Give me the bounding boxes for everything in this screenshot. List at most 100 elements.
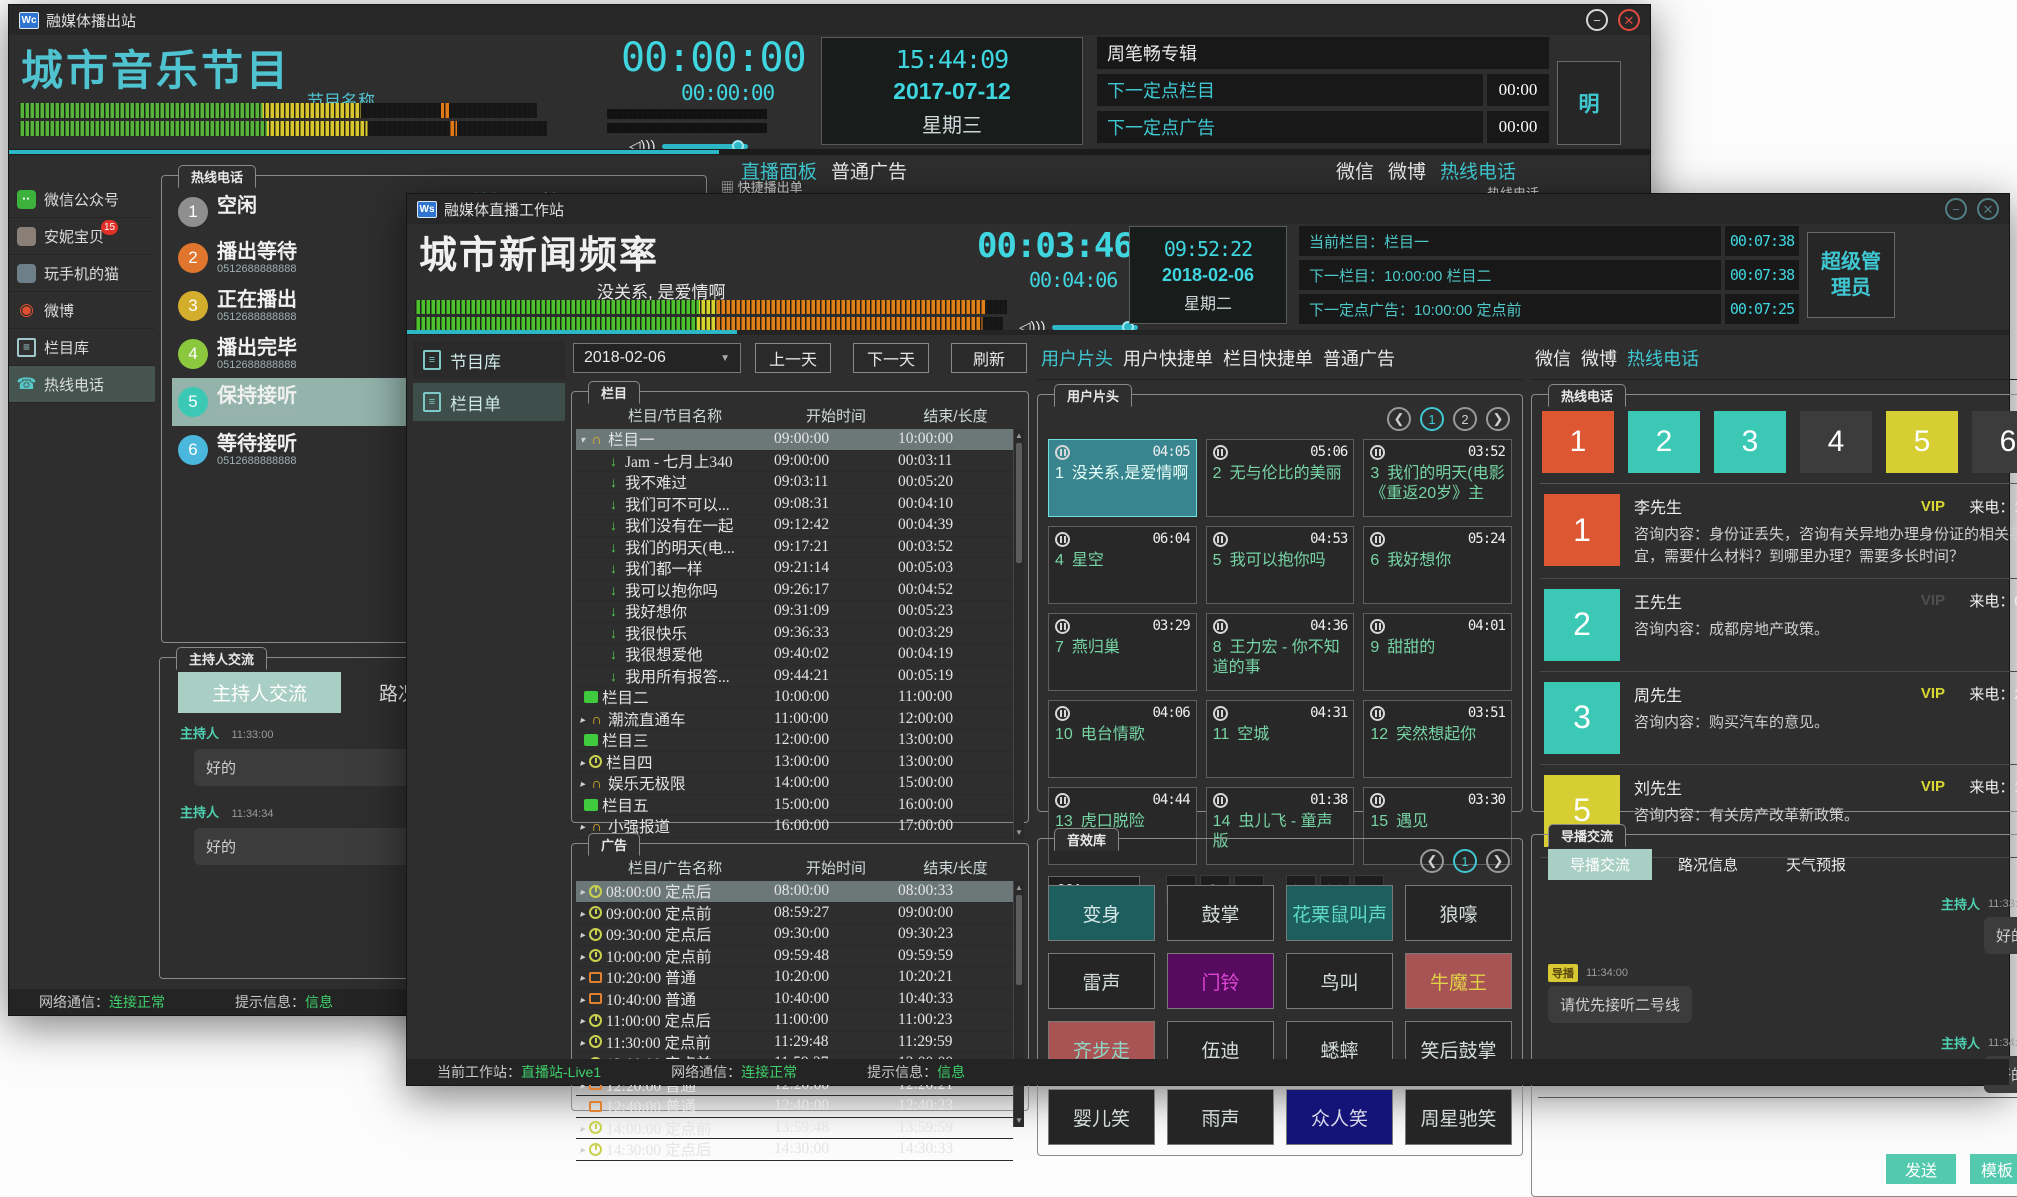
expand-caret[interactable] (580, 990, 585, 1008)
page-number[interactable]: 1 (1453, 849, 1477, 873)
sfx-button[interactable]: 门铃 (1167, 953, 1274, 1009)
front-titlebar[interactable]: Ws 融媒体直播工作站 − ✕ (407, 194, 2009, 224)
clip-card[interactable]: 04:05 1没关系,是爱情啊 (1048, 439, 1197, 517)
sfx-button[interactable]: 鸟叫 (1286, 953, 1393, 1009)
prev-page-icon[interactable]: ❮ (1420, 849, 1444, 873)
sfx-button[interactable]: 众人笑 (1286, 1089, 1393, 1145)
date-button[interactable]: 上一天 (755, 343, 831, 373)
social-tab[interactable]: 热线电话 (1627, 345, 1699, 371)
caller-card[interactable]: 1 李先生 VIP 来电：18 咨询内容：身份证丢失，咨询有关异地办理身份证的相… (1540, 484, 2017, 579)
clip-card[interactable]: 03:29 7燕归巢 (1048, 613, 1197, 691)
table-row[interactable]: 我不难过 09:03:11 00:05:20 (576, 472, 1013, 494)
send-button[interactable]: 发送 (1886, 1154, 1956, 1184)
table-row[interactable]: 14:30:00 定点后 14:30:00 14:30:33 (576, 1139, 1013, 1161)
scrollbar[interactable]: ▲ ▼ (1013, 429, 1024, 839)
social-tab[interactable]: 热线电话 (1440, 157, 1516, 184)
minimize-icon[interactable]: − (1586, 9, 1608, 31)
expand-caret[interactable] (580, 1119, 585, 1137)
tomorrow-button[interactable]: 明 (1557, 61, 1621, 145)
template-button[interactable]: 模板 ▼ (1970, 1154, 2017, 1184)
table-row[interactable]: 10:20:00 普通 10:20:00 10:20:21 (576, 967, 1013, 989)
sidebar-item[interactable]: 安妮宝贝 15 (9, 218, 155, 255)
clip-card[interactable]: 04:36 8王力宏 - 你不知 道的事 (1206, 613, 1355, 691)
table-row[interactable]: 栏目三 12:00:00 13:00:00 (576, 730, 1013, 752)
sidebar-item[interactable]: 热线电话 (9, 366, 155, 403)
expand-caret[interactable] (580, 817, 585, 835)
social-tab[interactable]: 微博 (1388, 157, 1426, 184)
expand-caret[interactable] (580, 1033, 585, 1051)
table-row[interactable]: 栏目四 13:00:00 13:00:00 (576, 752, 1013, 774)
chat-tab[interactable]: 主持人交流 (178, 672, 341, 713)
sfx-button[interactable]: 变身 (1048, 885, 1155, 941)
sfx-button[interactable]: 周星驰笑 (1405, 1089, 1512, 1145)
sidebar-item[interactable]: 栏目库 (9, 329, 155, 366)
expand-caret[interactable] (580, 710, 585, 728)
page-number[interactable]: 2 (1453, 407, 1477, 431)
clip-source-tab[interactable]: 栏目快捷单 (1223, 345, 1313, 371)
clip-card[interactable]: 03:52 3我们的明天(电影 《重返20岁》主 (1363, 439, 1512, 517)
close-icon[interactable]: ✕ (1618, 9, 1640, 31)
close-icon[interactable]: ✕ (1977, 198, 1999, 220)
table-row[interactable]: 我很想爱他 09:40:02 00:04:19 (576, 644, 1013, 666)
clip-card[interactable]: 05:24 6我好想你 (1363, 526, 1512, 604)
clip-card[interactable]: 04:53 5我可以抱你吗 (1206, 526, 1355, 604)
prev-page-icon[interactable]: ❮ (1387, 407, 1411, 431)
table-row[interactable]: 我们都一样 09:21:14 00:05:03 (576, 558, 1013, 580)
sidebar-item[interactable]: 玩手机的猫 (9, 255, 155, 292)
table-row[interactable]: Jam - 七月上340 09:00:00 00:03:11 (576, 451, 1013, 473)
sfx-button[interactable]: 雨声 (1167, 1089, 1274, 1145)
chat-tab[interactable]: 路况信息 (1656, 849, 1760, 880)
scrollbar[interactable]: ▲ ▼ (1013, 881, 1024, 1127)
expand-caret[interactable] (580, 1140, 585, 1158)
table-row[interactable]: 11:00:00 定点后 11:00:00 11:00:23 (576, 1010, 1013, 1032)
panel-tab[interactable]: 普通广告 (831, 157, 907, 184)
table-row[interactable]: 潮流直通车 11:00:00 12:00:00 (576, 709, 1013, 731)
clip-card[interactable]: 03:51 12突然想起你 (1363, 700, 1512, 778)
table-row[interactable]: 我好想你 09:31:09 00:05:23 (576, 601, 1013, 623)
table-row[interactable]: 我用所有报答... 09:44:21 00:05:19 (576, 666, 1013, 688)
sfx-button[interactable]: 花栗鼠叫声 (1286, 885, 1393, 941)
line-square[interactable]: 2 (1628, 411, 1700, 473)
line-square[interactable]: 4 (1800, 411, 1872, 473)
social-tab[interactable]: 微博 (1581, 345, 1617, 371)
expand-caret[interactable] (580, 947, 585, 965)
expand-caret[interactable] (580, 1011, 585, 1029)
table-row[interactable]: 我很快乐 09:36:33 00:03:29 (576, 623, 1013, 645)
sfx-button[interactable]: 婴儿笑 (1048, 1089, 1155, 1145)
library-nav-item[interactable]: ≡ 栏目单 (413, 383, 565, 421)
social-tab[interactable]: 微信 (1535, 345, 1571, 371)
back-titlebar[interactable]: Wc 融媒体播出站 − ✕ (9, 5, 1650, 35)
expand-caret[interactable] (580, 968, 585, 986)
social-tab[interactable]: 微信 (1336, 157, 1374, 184)
line-square[interactable]: 3 (1714, 411, 1786, 473)
page-number[interactable]: 1 (1420, 407, 1444, 431)
line-square[interactable]: 1 (1542, 411, 1614, 473)
volume-slider[interactable] (662, 144, 748, 149)
table-row[interactable]: 娱乐无极限 14:00:00 15:00:00 (576, 773, 1013, 795)
sfx-button[interactable]: 狼嚎 (1405, 885, 1512, 941)
table-row[interactable]: 我们可不可以... 09:08:31 00:04:10 (576, 494, 1013, 516)
table-row[interactable]: 栏目五 15:00:00 16:00:00 (576, 795, 1013, 817)
expand-caret[interactable] (580, 925, 585, 943)
chat-tab[interactable]: 天气预报 (1764, 849, 1868, 880)
table-row[interactable]: 栏目二 10:00:00 11:00:00 (576, 687, 1013, 709)
sfx-button[interactable]: 牛魔王 (1405, 953, 1512, 1009)
table-row[interactable]: 08:00:00 定点后 08:00:00 08:00:33 (576, 881, 1013, 903)
table-row[interactable]: 09:00:00 定点前 08:59:27 09:00:00 (576, 903, 1013, 925)
caller-card[interactable]: 2 王先生 VIP 来电：02 咨询内容：成都房地产政策。 (1540, 579, 2017, 672)
clip-card[interactable]: 04:01 9甜甜的 (1363, 613, 1512, 691)
table-row[interactable]: 09:30:00 定点后 09:30:00 09:30:23 (576, 924, 1013, 946)
table-row[interactable]: 10:00:00 定点前 09:59:48 09:59:59 (576, 946, 1013, 968)
clip-source-tab[interactable]: 用户片头 (1041, 345, 1113, 371)
clip-source-tab[interactable]: 用户快捷单 (1123, 345, 1213, 371)
next-page-icon[interactable]: ❯ (1486, 849, 1510, 873)
table-row[interactable]: 10:40:00 普通 10:40:00 10:40:33 (576, 989, 1013, 1011)
expand-caret[interactable] (580, 430, 585, 448)
sidebar-item[interactable]: 微博 (9, 292, 155, 329)
date-select[interactable]: 2018-02-06▼ (573, 343, 741, 373)
sidebar-item[interactable]: 微信公众号 (9, 181, 155, 218)
expand-caret[interactable] (580, 904, 585, 922)
sfx-button[interactable]: 鼓掌 (1167, 885, 1274, 941)
caller-card[interactable]: 3 周先生 VIP 来电：20 咨询内容：购买汽车的意见。 (1540, 672, 2017, 765)
minimize-icon[interactable]: − (1945, 198, 1967, 220)
